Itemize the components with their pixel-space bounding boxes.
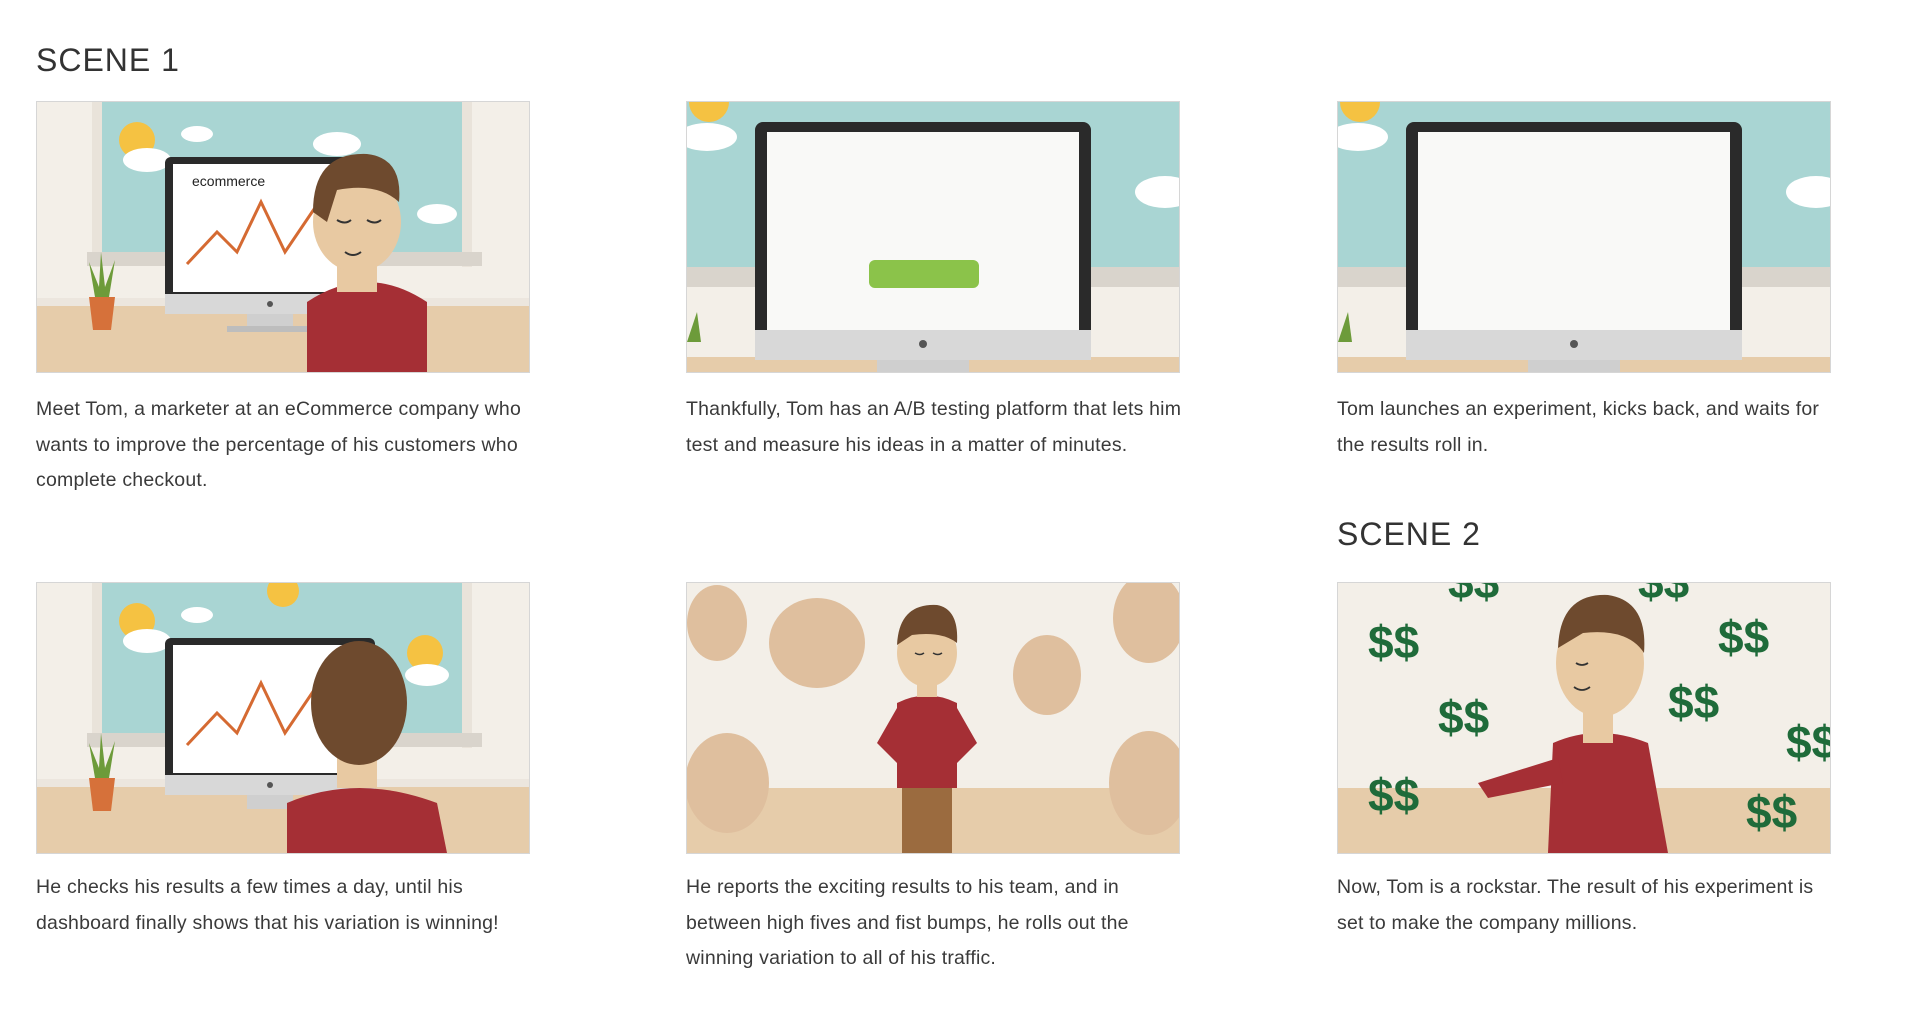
svg-text:$$: $$ bbox=[1718, 611, 1769, 663]
panel-2-illustration bbox=[686, 101, 1180, 373]
screen-text: ecommerce bbox=[192, 173, 265, 189]
panel-1-illustration: ecommerce bbox=[36, 101, 530, 373]
svg-text:$$: $$ bbox=[1368, 616, 1419, 668]
scene-2-heading: SCENE 2 bbox=[1337, 516, 1481, 552]
svg-text:$$: $$ bbox=[1638, 583, 1689, 608]
panel-5-caption: He reports the exciting results to his t… bbox=[686, 876, 1129, 969]
svg-text:$$: $$ bbox=[1448, 583, 1499, 608]
green-variation-button bbox=[869, 260, 979, 288]
scene-1-heading: SCENE 1 bbox=[36, 42, 180, 78]
panel-4-illustration bbox=[36, 582, 530, 854]
panel-6-caption: Now, Tom is a rockstar. The result of hi… bbox=[1337, 876, 1814, 934]
panel-6-illustration: $$ $$ $$ $$ $$ $$ $$ $$ $$ bbox=[1337, 582, 1831, 854]
panel-2-caption: Thankfully, Tom has an A/B testing platf… bbox=[686, 398, 1182, 456]
svg-text:$$: $$ bbox=[1438, 691, 1489, 743]
svg-text:$$: $$ bbox=[1368, 769, 1419, 821]
svg-text:$$: $$ bbox=[1746, 786, 1797, 838]
panel-1-caption: Meet Tom, a marketer at an eCommerce com… bbox=[36, 398, 522, 491]
panel-5-illustration bbox=[686, 582, 1180, 854]
svg-text:$$: $$ bbox=[1786, 716, 1830, 768]
panel-3-illustration bbox=[1337, 101, 1831, 373]
monitor-icon bbox=[755, 122, 1091, 372]
svg-text:$$: $$ bbox=[1668, 676, 1719, 728]
panel-3-caption: Tom launches an experiment, kicks back, … bbox=[1337, 398, 1820, 456]
panel-4-caption: He checks his results a few times a day,… bbox=[36, 876, 499, 934]
monitor-icon bbox=[1406, 122, 1742, 372]
